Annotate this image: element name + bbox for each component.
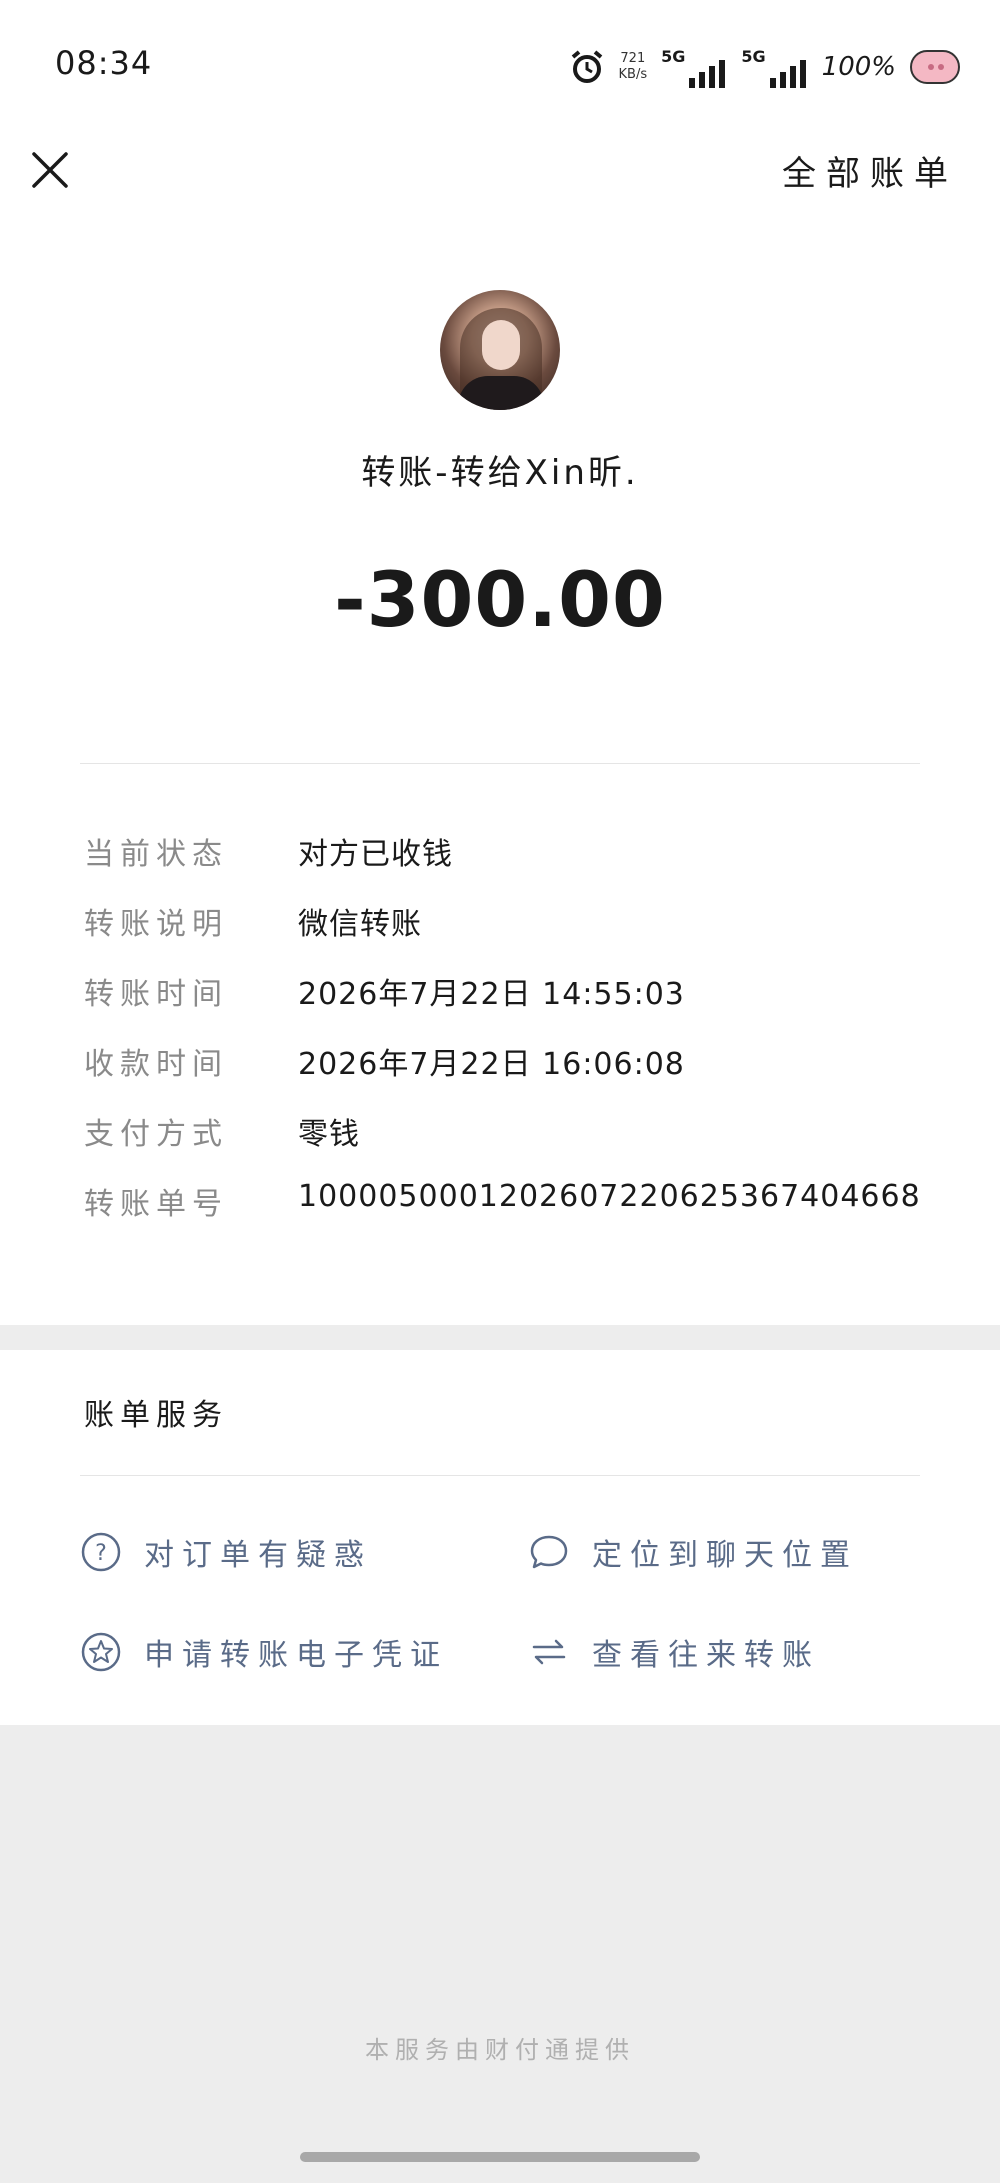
detail-label: 转账单号 [84,1187,228,1222]
signal-bars-icon [768,58,808,88]
alarm-clock-icon [569,49,605,85]
detail-value: 2026年7月22日 16:06:08 [298,1047,685,1082]
status-icons: 721 KB/s 5G 5G 100% [569,42,960,92]
network-speed-value: 721 [620,51,646,66]
network-speed-unit: KB/s [618,67,648,82]
svg-text:?: ? [95,1541,107,1566]
question-circle-icon: ? [81,1532,121,1572]
bill-services-card: 账单服务 ? 对订单有疑惑 定位到聊天位置 申请转账电子凭证 查看往来转账 [0,1350,1000,1725]
service-apply-voucher[interactable]: 申请转账电子凭证 [80,1630,448,1674]
detail-value: 微信转账 [298,907,422,942]
transaction-detail-card: 08:34 721 KB/s 5G 5G 100% 全部账单 转账-转给Xin昕… [0,0,1000,1325]
detail-label: 当前状态 [84,837,228,872]
signal-2-label: 5G [741,46,766,66]
footer-provider-note: 本服务由财付通提供 [365,2036,635,2064]
service-view-transfers[interactable]: 查看往来转账 [528,1630,820,1674]
service-question-order[interactable]: ? 对订单有疑惑 [80,1530,372,1574]
detail-label: 支付方式 [84,1117,228,1152]
signal-2: 5G [741,47,807,88]
chat-bubble-icon [530,1535,568,1569]
home-indicator[interactable] [300,2152,700,2162]
detail-list: 当前状态 对方已收钱 转账说明 微信转账 转账时间 2026年7月22日 14:… [80,815,920,1235]
detail-row-transfer-time: 转账时间 2026年7月22日 14:55:03 [80,955,920,1025]
detail-value: 2026年7月22日 14:55:03 [298,977,685,1012]
exchange-arrows-icon [532,1639,566,1665]
nav-bar: 全部账单 [0,130,1000,210]
all-bills-link[interactable]: 全部账单 [782,146,958,195]
network-speed: 721 KB/s [619,51,648,83]
detail-value: 对方已收钱 [298,837,453,872]
status-time: 08:34 [55,44,153,82]
signal-1-label: 5G [661,46,686,66]
service-label: 对订单有疑惑 [144,1538,372,1573]
transfer-amount: -300.00 [334,555,666,644]
signal-1: 5G [661,47,727,88]
signal-bars-icon [687,58,727,88]
detail-row-status: 当前状态 对方已收钱 [80,815,920,885]
service-locate-chat[interactable]: 定位到聊天位置 [528,1530,858,1574]
detail-row-payment-method: 支付方式 零钱 [80,1095,920,1165]
detail-value: 零钱 [298,1117,360,1152]
close-icon [32,152,68,188]
service-label: 查看往来转账 [592,1638,820,1673]
services-title: 账单服务 [84,1398,228,1433]
detail-label: 转账说明 [84,907,228,942]
transfer-title: 转账-转给Xin昕. [361,453,639,493]
avatar [440,290,560,410]
star-circle-icon [81,1632,121,1672]
divider [80,1475,920,1476]
service-label: 申请转账电子凭证 [144,1638,448,1673]
close-button[interactable] [26,146,74,194]
detail-label: 收款时间 [84,1047,228,1082]
service-label: 定位到聊天位置 [592,1538,858,1573]
status-bar: 08:34 721 KB/s 5G 5G 100% [0,0,1000,130]
detail-row-note: 转账说明 微信转账 [80,885,920,955]
detail-row-order-number: 转账单号 1000050001202607220625367404668 [80,1165,920,1235]
battery-level: 100% [821,52,896,82]
pig-battery-icon [910,50,960,84]
detail-value[interactable]: 1000050001202607220625367404668 [298,1179,921,1214]
detail-row-receive-time: 收款时间 2026年7月22日 16:06:08 [80,1025,920,1095]
detail-label: 转账时间 [84,977,228,1012]
divider [80,763,920,764]
